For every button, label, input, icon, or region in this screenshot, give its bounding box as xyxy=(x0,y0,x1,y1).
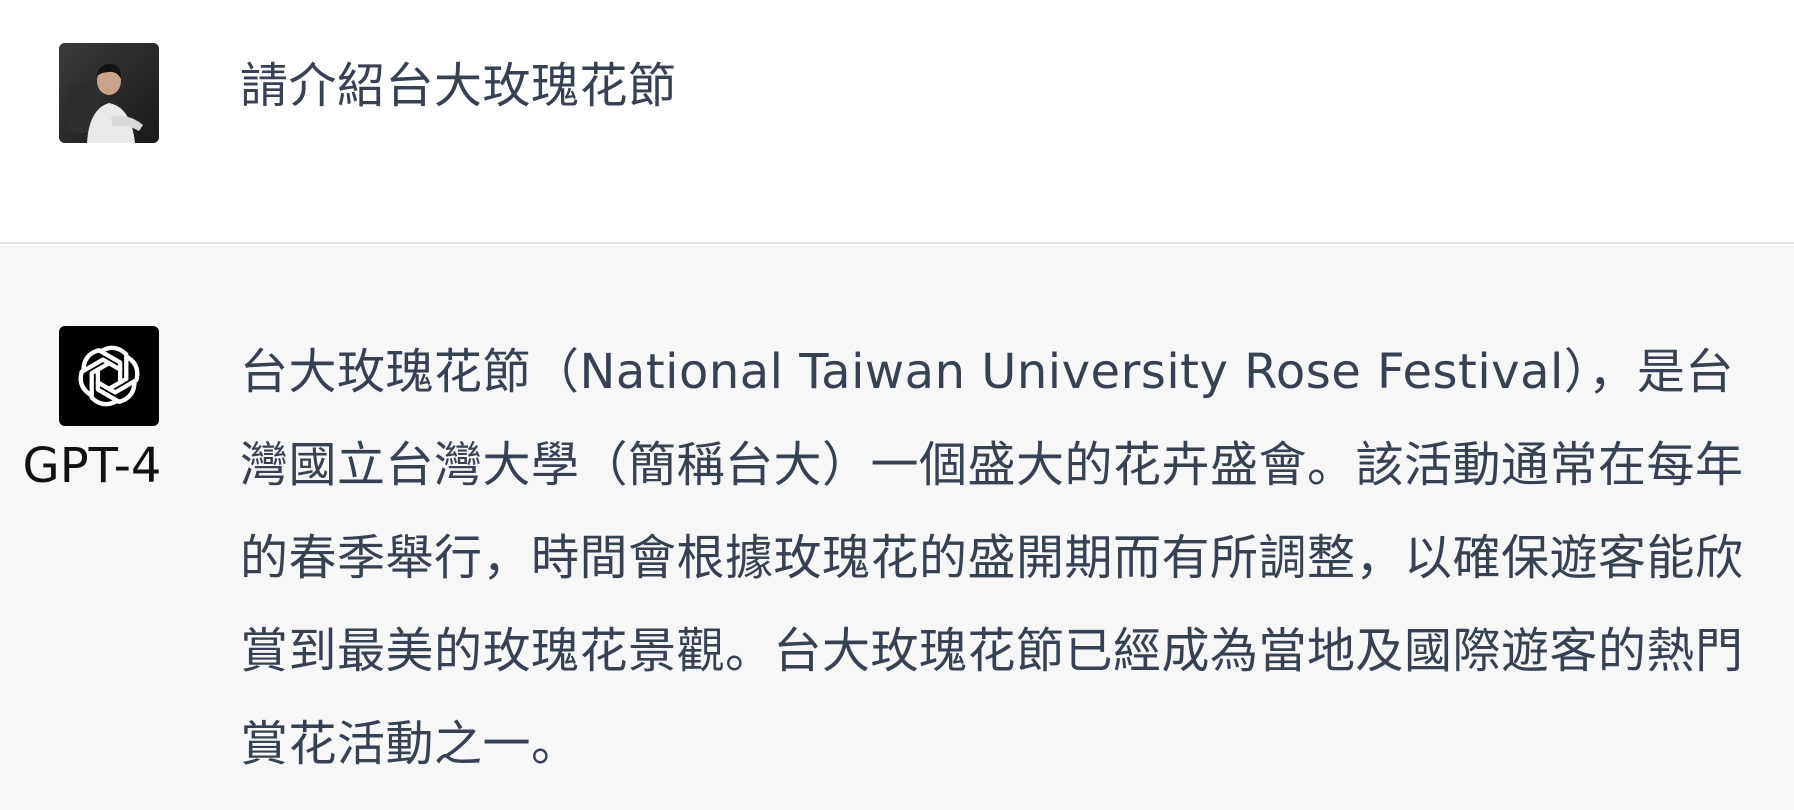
user-avatar xyxy=(59,43,159,143)
user-message-text: 請介紹台大玫瑰花節 xyxy=(240,58,677,114)
model-label: GPT-4 xyxy=(22,438,162,494)
user-photo-icon xyxy=(59,43,159,143)
openai-logo-icon xyxy=(78,345,140,407)
user-message: 請介紹台大玫瑰花節 xyxy=(0,0,1794,242)
assistant-message: GPT-4 台大玫瑰花節（National Taiwan University … xyxy=(0,242,1794,810)
assistant-avatar xyxy=(59,326,159,426)
assistant-message-text: 台大玫瑰花節（National Taiwan University Rose F… xyxy=(240,344,1744,772)
chat-thread: 請介紹台大玫瑰花節 GPT-4 台大玫瑰花節（National Taiwan U… xyxy=(0,0,1794,810)
